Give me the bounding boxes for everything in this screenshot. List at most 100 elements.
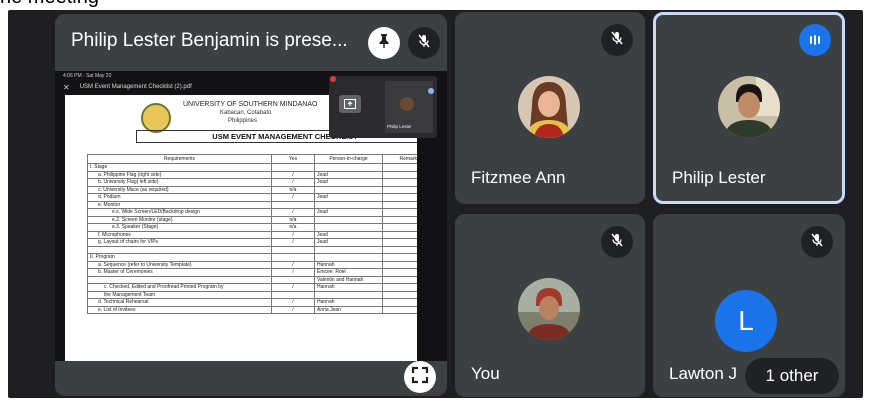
cell-remarks [382, 170, 417, 179]
doc-university: UNIVERSITY OF SOUTHERN MINDANAO [183, 101, 318, 108]
mic-off-icon [609, 30, 625, 51]
cell-requirement: the Management Team [87, 290, 272, 299]
cell-yes [271, 253, 315, 262]
participant-name: You [471, 364, 500, 383]
cell-remarks [382, 275, 417, 284]
cell-person: Jead [314, 170, 383, 179]
cell-remarks [382, 305, 417, 314]
cell-person [314, 163, 383, 172]
cell-remarks [382, 245, 417, 254]
pip-overlay[interactable]: Philip Lester [329, 76, 437, 138]
cell-yes: / [271, 305, 315, 314]
participant-name: Fitzmee Ann [471, 168, 566, 187]
column-header: Person-in-charge [314, 154, 383, 164]
fullscreen-icon [411, 366, 429, 389]
cell-person: Jead [314, 208, 383, 217]
table-row: the Management Team [87, 290, 417, 299]
pdf-file-name: USM Event Management Checklist (2).pdf [79, 84, 192, 90]
window-title-fragment: he meeting [0, 0, 872, 10]
cell-requirement: c. Checked, Edited and Proofread Printed… [87, 283, 272, 292]
column-header: Yes [271, 154, 315, 164]
table-row: c. Checked, Edited and Proofread Printed… [87, 283, 417, 292]
cell-remarks [382, 230, 417, 239]
mic-off-icon [609, 232, 625, 253]
cell-remarks [382, 290, 417, 299]
cell-remarks [382, 268, 417, 277]
cell-requirement: d. Podium [87, 193, 272, 202]
meeting-stage: Philip Lester Benjamin is prese... 4:06 … [8, 10, 863, 398]
cell-person: Anna Jean [314, 305, 383, 314]
table-row: e. List of Invitees / Anna Jean [87, 305, 417, 314]
cell-remarks [382, 215, 417, 224]
cell-remarks [382, 223, 417, 232]
cell-requirement: g. Layout of chairs for VIPs [87, 238, 272, 247]
others-count-button[interactable]: 1 other [745, 358, 839, 394]
participant-tile-you[interactable]: You [455, 214, 645, 397]
participant-tile-lawton[interactable]: L Lawton J 1 other [653, 214, 845, 397]
avatar-letter: L [715, 290, 777, 352]
table-row: Valentin and Hannah [87, 275, 417, 284]
cell-remarks [382, 208, 417, 217]
participant-tile-philip[interactable]: Philip Lester [653, 12, 845, 204]
cell-yes [271, 275, 315, 284]
avatar [718, 76, 780, 138]
pin-button[interactable] [368, 27, 400, 59]
column-header: Remarks [382, 154, 417, 164]
cell-person: Jead [314, 238, 383, 247]
cell-remarks [382, 298, 417, 307]
table-row: b. Master of Ceremonies / Emcee: Roel [87, 268, 417, 277]
cell-requirement: e. Monitor [87, 200, 272, 209]
cell-requirement: II. Program [87, 253, 272, 262]
presentation-title: Philip Lester Benjamin is prese... [71, 30, 348, 51]
cell-person [314, 290, 383, 299]
presentation-tile[interactable]: Philip Lester Benjamin is prese... 4:06 … [55, 14, 447, 396]
table-row: c. University Mace (as required) n/a [87, 185, 417, 194]
participant-mic-off [601, 226, 633, 258]
cell-person [314, 185, 383, 194]
cell-yes: n/a [271, 185, 315, 194]
participant-mic-off [801, 226, 833, 258]
cell-yes: / [271, 260, 315, 269]
checklist-table: Requirements Yes Person-in-charge Remark… [87, 154, 417, 314]
cell-yes: / [271, 193, 315, 202]
table-row: II. Program [87, 253, 417, 262]
cell-remarks [382, 260, 417, 269]
table-row: g. Layout of chairs for VIPs / Jead [87, 238, 417, 247]
table-row [87, 245, 417, 254]
cell-remarks [382, 178, 417, 187]
close-icon: ✕ [63, 82, 70, 92]
cell-yes: / [271, 268, 315, 277]
cell-yes: / [271, 170, 315, 179]
cell-requirement: f. Microphones [87, 230, 272, 239]
cell-requirement: e. List of Invitees [87, 305, 272, 314]
cell-yes [271, 200, 315, 209]
cell-yes: n/a [271, 215, 315, 224]
pip-name: Philip Lester [387, 124, 412, 129]
phone-status-bar: 4:06 PM · Sat May 20 [63, 73, 112, 79]
cell-remarks [382, 163, 417, 172]
cell-person: Emcee: Roel [314, 268, 383, 277]
cell-requirement: e.3. Speaker (Stage) [87, 223, 272, 232]
cell-person [314, 253, 383, 262]
table-row: a. Philippine Flag (right side) / Jead [87, 170, 417, 179]
participant-tile-fitzmee[interactable]: Fitzmee Ann [455, 12, 645, 204]
participant-name: Philip Lester [672, 168, 766, 187]
cell-yes: / [271, 178, 315, 187]
cell-person [314, 215, 383, 224]
share-screen-icon[interactable] [339, 95, 361, 113]
cell-requirement: e.2. Screen Monitor (stage) [87, 215, 272, 224]
pip-camera: Philip Lester [385, 81, 433, 133]
cell-person: Jead [314, 193, 383, 202]
cell-yes: / [271, 230, 315, 239]
cell-requirement: e.s. Wide Screen/LED/Backdrop design [87, 208, 272, 217]
cell-remarks [382, 193, 417, 202]
table-row: I. Stage [87, 163, 417, 172]
cell-person [314, 200, 383, 209]
cell-person [314, 245, 383, 254]
fullscreen-button[interactable] [404, 361, 436, 393]
table-row: d. Technical Rehearsal / Hannah [87, 298, 417, 307]
university-seal-icon [141, 103, 171, 133]
pin-icon [376, 33, 392, 54]
cell-requirement: a. Philippine Flag (right side) [87, 170, 272, 179]
cell-yes: / [271, 238, 315, 247]
